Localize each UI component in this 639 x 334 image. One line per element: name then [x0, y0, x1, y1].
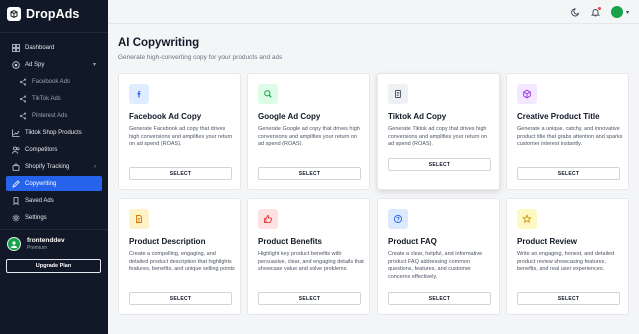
- home-icon: [12, 43, 20, 52]
- card-description: Create a compelling, engaging, and detai…: [129, 251, 235, 272]
- sidebar-item-tiktok-ads[interactable]: TikTok Ads: [6, 91, 102, 106]
- upgrade-plan-button[interactable]: Upgrade Plan: [6, 259, 101, 273]
- share-icon: [19, 112, 27, 120]
- user-profile[interactable]: frontenddev Premium: [7, 237, 65, 251]
- card-description: Create a clear, helpful, and informative…: [388, 251, 483, 280]
- chart-icon: [12, 129, 20, 137]
- notification-dot: [597, 7, 601, 10]
- card-description: Generate Google ad copy that drives high…: [258, 126, 360, 147]
- sidebar-item-settings[interactable]: Settings: [6, 210, 102, 225]
- target-icon: [12, 60, 20, 69]
- avatar[interactable]: [610, 6, 623, 18]
- card-title: Facebook Ad Copy: [129, 112, 202, 121]
- theme-toggle-icon[interactable]: [571, 7, 581, 17]
- sidebar-item-label: Tiktok Shop Products: [25, 129, 82, 136]
- sidebar-item-label: Shopify Tracking: [25, 163, 70, 170]
- select-button[interactable]: SELECT: [129, 292, 232, 305]
- card-description: Generate Tiktok ad copy that drives high…: [388, 126, 488, 147]
- brand-name: DropAds: [26, 7, 80, 21]
- select-button[interactable]: SELECT: [388, 292, 491, 305]
- sidebar-item-label: Copywriting: [25, 180, 57, 187]
- sidebar-item-tiktok-shop-products[interactable]: Tiktok Shop Products: [6, 125, 102, 140]
- divider: [108, 23, 639, 24]
- card-title: Product Description: [129, 237, 206, 246]
- bookmark-icon: [12, 196, 20, 205]
- sidebar-item-label: Saved Ads: [25, 197, 54, 204]
- select-button[interactable]: SELECT: [129, 167, 232, 180]
- copy-card-product-faq[interactable]: Product FAQ Create a clear, helpful, and…: [377, 198, 500, 315]
- sidebar-item-facebook-ads[interactable]: Facebook Ads: [6, 74, 102, 89]
- card-description: Generate Facebook ad copy that drives hi…: [129, 126, 233, 147]
- question-icon: [388, 209, 408, 229]
- card-title: Product Benefits: [258, 237, 323, 246]
- brand-logo-icon: [7, 7, 21, 21]
- sidebar-item-label: Competitors: [25, 146, 58, 153]
- chevron-down-icon[interactable]: ▾: [626, 9, 629, 16]
- card-title: Tiktok Ad Copy: [388, 112, 447, 121]
- bell-icon[interactable]: [591, 7, 601, 17]
- page-title: AI Copywriting: [118, 37, 200, 49]
- select-button[interactable]: SELECT: [517, 292, 620, 305]
- sidebar-item-saved-ads[interactable]: Saved Ads: [6, 193, 102, 208]
- star-icon: [517, 209, 537, 229]
- card-title: Google Ad Copy: [258, 112, 321, 121]
- sidebar-item-label: Pinterest Ads: [32, 112, 68, 119]
- copy-card-product-benefits[interactable]: Product Benefits Highlight key product b…: [247, 198, 370, 315]
- divider: [0, 229, 108, 230]
- chevron-right-icon: ›: [94, 163, 96, 170]
- search-icon: [258, 84, 278, 104]
- users-icon: [12, 146, 20, 154]
- facebook-icon: [129, 84, 149, 104]
- top-bar-actions: ▾: [571, 6, 629, 18]
- sidebar-item-copywriting[interactable]: Copywriting: [6, 176, 102, 191]
- sidebar-item-shopify-tracking[interactable]: Shopify Tracking ›: [6, 159, 102, 174]
- pen-icon: [12, 179, 20, 188]
- share-icon: [19, 78, 27, 86]
- sidebar-item-ad-spy[interactable]: Ad Spy ▾: [6, 57, 102, 72]
- select-button[interactable]: SELECT: [517, 167, 620, 180]
- divider: [0, 32, 108, 33]
- copy-card-creative-title[interactable]: Creative Product Title Generate a unique…: [506, 73, 629, 190]
- sidebar-item-label: Ad Spy: [25, 61, 45, 68]
- user-plan: Premium: [27, 245, 48, 251]
- sidebar-item-label: Dashboard: [25, 44, 55, 51]
- copy-card-facebook[interactable]: Facebook Ad Copy Generate Facebook ad co…: [118, 73, 241, 190]
- sidebar-item-dashboard[interactable]: Dashboard: [6, 40, 102, 55]
- copy-card-product-description[interactable]: Product Description Create a compelling,…: [118, 198, 241, 315]
- card-title: Product Review: [517, 237, 578, 246]
- sidebar-item-pinterest-ads[interactable]: Pinterest Ads: [6, 108, 102, 123]
- gear-icon: [12, 214, 20, 222]
- cube-icon: [517, 84, 537, 104]
- select-button[interactable]: SELECT: [388, 158, 491, 171]
- bag-icon: [12, 163, 20, 171]
- copy-card-tiktok[interactable]: Tiktok Ad Copy Generate Tiktok ad copy t…: [377, 73, 500, 190]
- select-button[interactable]: SELECT: [258, 167, 361, 180]
- card-title: Product FAQ: [388, 237, 437, 246]
- page-subtitle: Generate high-converting copy for your p…: [118, 54, 283, 61]
- card-description: Highlight key product benefits with pers…: [258, 251, 364, 272]
- document-icon: [388, 84, 408, 104]
- sidebar-item-label: Facebook Ads: [32, 78, 71, 85]
- copy-card-google[interactable]: Google Ad Copy Generate Google ad copy t…: [247, 73, 370, 190]
- chevron-down-icon: ▾: [92, 62, 96, 68]
- card-description: Generate a unique, catchy, and innovativ…: [517, 126, 623, 147]
- user-name: frontenddev: [27, 237, 65, 244]
- sidebar-item-competitors[interactable]: Competitors: [6, 142, 102, 157]
- file-text-icon: [129, 209, 149, 229]
- avatar: [7, 237, 21, 251]
- user-info: frontenddev Premium: [27, 237, 65, 251]
- thumbs-up-icon: [258, 209, 278, 229]
- share-icon: [19, 95, 27, 103]
- sidebar-item-label: Settings: [25, 214, 47, 221]
- sidebar: DropAds Dashboard Ad Spy ▾ Facebook Ads …: [0, 0, 108, 334]
- sidebar-nav: Dashboard Ad Spy ▾ Facebook Ads TikTok A…: [6, 40, 102, 227]
- card-title: Creative Product Title: [517, 112, 600, 121]
- card-description: Write an engaging, honest, and detailed …: [517, 251, 615, 272]
- sidebar-item-label: TikTok Ads: [32, 95, 61, 102]
- copy-card-product-review[interactable]: Product Review Write an engaging, honest…: [506, 198, 629, 315]
- brand[interactable]: DropAds: [7, 7, 79, 21]
- select-button[interactable]: SELECT: [258, 292, 361, 305]
